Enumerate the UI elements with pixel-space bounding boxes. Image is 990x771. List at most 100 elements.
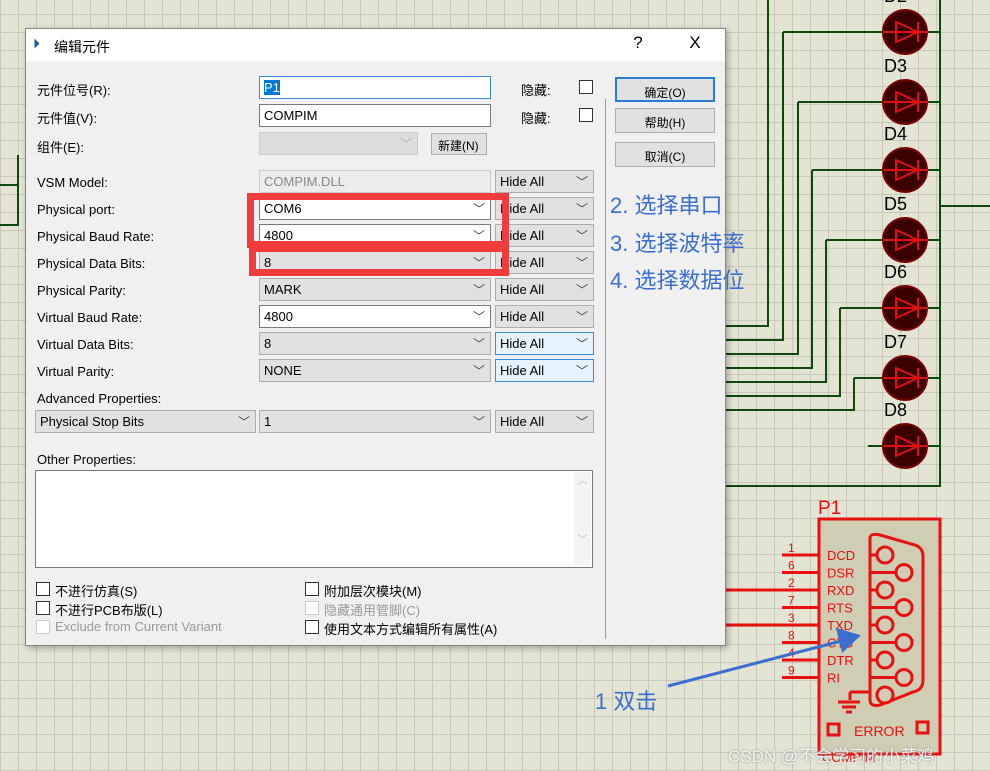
pin-name: RTS: [827, 601, 853, 616]
pin-name: RXD: [827, 583, 854, 598]
chevron-down-icon: ﹀: [575, 202, 588, 216]
chevron-down-icon: ﹀: [575, 337, 588, 351]
led-label: D3: [884, 56, 907, 76]
ref-hidden-label: 隐藏:: [521, 83, 551, 98]
chevron-down-icon: ﹀: [472, 337, 485, 351]
new-button[interactable]: 新建(N): [431, 133, 487, 155]
annotation-step1: 1 双击: [595, 689, 658, 714]
chevron-down-icon: ﹀: [575, 175, 588, 189]
led-d2[interactable]: D2: [882, 0, 928, 55]
option-checkbox[interactable]: [305, 582, 319, 596]
option-checkbox[interactable]: [36, 601, 50, 615]
pin-number: 1: [788, 541, 795, 555]
prop-visibility-select[interactable]: Hide All ﹀: [495, 197, 594, 220]
prop-visibility-select[interactable]: Hide All ﹀: [495, 305, 594, 328]
option-checkbox[interactable]: [305, 620, 319, 634]
prop-label: Virtual Baud Rate:: [37, 310, 143, 325]
prop-visibility-select[interactable]: Hide All ﹀: [495, 224, 594, 247]
help-icon[interactable]: ?: [623, 33, 653, 53]
prop-value: 4800: [264, 309, 293, 324]
pin-number: 7: [788, 594, 795, 608]
prop-value-field[interactable]: COMPIM.DLL: [259, 170, 491, 193]
advanced-property-select[interactable]: Physical Stop Bits ﹀: [35, 410, 256, 433]
prop-visibility: Hide All: [500, 174, 545, 189]
value-input[interactable]: COMPIM: [259, 104, 491, 127]
option-label: 隐藏通用管脚(C): [324, 603, 421, 618]
led-label: D2: [884, 0, 907, 6]
option-checkbox: [305, 601, 319, 615]
chevron-down-icon: ﹀: [575, 283, 588, 297]
value-hidden-checkbox[interactable]: [579, 108, 593, 122]
led-label: D5: [884, 194, 907, 214]
ref-label: 元件位号(R):: [37, 83, 111, 98]
advanced-visibility-select[interactable]: Hide All ﹀: [495, 410, 594, 433]
prop-value-field[interactable]: 8 ﹀: [259, 332, 491, 355]
error-label: ERROR: [854, 723, 905, 739]
option-checkbox[interactable]: [36, 582, 50, 596]
watermark: CSDN @不会学习的小菜鸡: [728, 747, 935, 766]
divider: [605, 99, 606, 639]
led-d8[interactable]: D8: [882, 400, 928, 469]
option-label: Exclude from Current Variant: [55, 619, 222, 634]
prop-value-field[interactable]: 4800 ﹀: [259, 305, 491, 328]
textarea-scrollbar[interactable]: ︿ ﹀: [574, 472, 591, 566]
chevron-down-icon: ﹀: [575, 364, 588, 378]
prop-value-field[interactable]: MARK ﹀: [259, 278, 491, 301]
led-d5[interactable]: D5: [882, 194, 928, 263]
prop-visibility-select[interactable]: Hide All ﹀: [495, 359, 594, 382]
group-select[interactable]: ﹀: [259, 132, 418, 155]
title-bar: ⏵ 编辑元件 ? X: [26, 29, 725, 61]
edit-component-dialog: ⏵ 编辑元件 ? X 元件位号(R): P1 隐藏: 元件值(V): COMPI…: [25, 28, 726, 646]
prop-visibility: Hide All: [500, 336, 545, 351]
pin-number: 6: [788, 559, 795, 573]
other-properties-textarea[interactable]: [35, 470, 593, 568]
prop-value-field[interactable]: NONE ﹀: [259, 359, 491, 382]
led-label: D7: [884, 332, 907, 352]
pin-number: 3: [788, 611, 795, 625]
value-label: 元件值(V):: [37, 111, 97, 126]
advanced-label: Advanced Properties:: [37, 391, 162, 406]
chevron-down-icon: ﹀: [575, 310, 588, 324]
ref-input[interactable]: P1: [259, 76, 491, 99]
prop-visibility-select[interactable]: Hide All ﹀: [495, 278, 594, 301]
chevron-down-icon: ﹀: [575, 229, 588, 243]
chevron-down-icon: ﹀: [575, 256, 588, 270]
prop-label: Virtual Data Bits:: [37, 337, 134, 352]
prop-value: 8: [264, 336, 272, 351]
prop-visibility: Hide All: [500, 363, 545, 378]
annotation-step2: 2. 选择串口: [610, 193, 723, 218]
cancel-button[interactable]: 取消(C): [615, 142, 715, 167]
prop-value: NONE: [264, 363, 302, 378]
close-icon[interactable]: X: [680, 33, 710, 53]
option-label: 不进行PCB布版(L): [55, 603, 163, 618]
option-label: 使用文本方式编辑所有属性(A): [324, 622, 498, 637]
prop-label: Physical Parity:: [37, 283, 126, 298]
advanced-property-name: Physical Stop Bits: [40, 414, 145, 429]
prop-visibility-select[interactable]: Hide All ﹀: [495, 332, 594, 355]
led-d7[interactable]: D7: [882, 332, 928, 401]
advanced-value: 1: [264, 414, 272, 429]
highlight-box-port-baud: [247, 193, 509, 248]
value-hidden-label: 隐藏:: [521, 111, 551, 126]
led-d4[interactable]: D4: [882, 124, 928, 193]
led-d3[interactable]: D3: [882, 56, 928, 125]
ref-value: P1: [264, 80, 280, 95]
prop-visibility-select[interactable]: Hide All ﹀: [495, 251, 594, 274]
led-d6[interactable]: D6: [882, 262, 928, 331]
led-label: D8: [884, 400, 907, 420]
led-label: D6: [884, 262, 907, 282]
prop-value: COMPIM.DLL: [264, 174, 345, 189]
part-ref: P1: [818, 498, 841, 519]
help-button[interactable]: 帮助(H): [615, 108, 715, 133]
annotation-step4: 4. 选择数据位: [610, 268, 745, 293]
prop-visibility: Hide All: [500, 282, 545, 297]
ok-button[interactable]: 确定(O): [615, 77, 715, 102]
prop-label: VSM Model:: [37, 175, 108, 190]
advanced-value-select[interactable]: 1 ﹀: [259, 410, 491, 433]
advanced-visibility: Hide All: [500, 414, 545, 429]
option-checkbox: [36, 620, 50, 634]
prop-visibility-select[interactable]: Hide All ﹀: [495, 170, 594, 193]
connector-pin-ground: [875, 685, 895, 705]
ref-hidden-checkbox[interactable]: [579, 80, 593, 94]
chevron-down-icon: ﹀: [472, 283, 485, 297]
